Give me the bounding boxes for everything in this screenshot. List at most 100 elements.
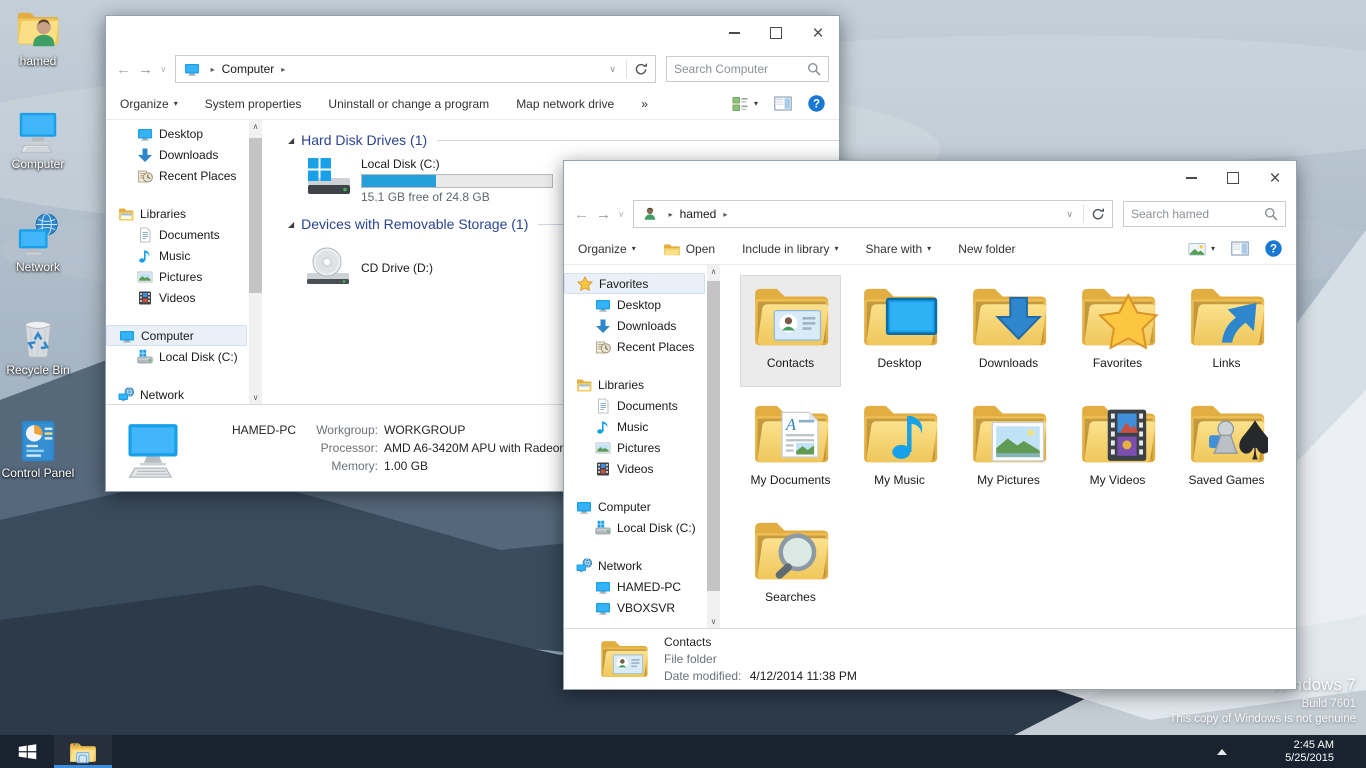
toolbar-button[interactable]: » [641,97,648,111]
taskbar-explorer-button[interactable] [54,735,112,768]
start-button[interactable] [0,735,54,768]
sidebar-scrollbar[interactable]: ∧ ∨ [707,265,720,628]
breadcrumb-separator-icon[interactable]: ▸ [281,65,285,74]
sidebar-item[interactable]: Pictures [564,437,707,458]
search-input[interactable]: Search Computer [666,56,829,82]
folder-tile[interactable]: Searches [740,509,841,621]
minimize-button[interactable] [713,19,755,47]
folder-tile[interactable]: A My Documents [740,392,841,504]
breadcrumb-separator-icon: ▸ [669,210,673,219]
sidebar-item[interactable]: HAMED-PC [564,576,707,597]
refresh-button[interactable] [631,62,651,76]
sidebar-item[interactable]: Favorites [564,273,705,294]
change-view-button[interactable]: ▾ [732,96,758,112]
folder-tile[interactable]: Favorites [1067,275,1168,387]
titlebar[interactable]: × [106,16,839,50]
taskbar-clock[interactable]: 2:45 AM 5/25/2015 [1285,739,1334,765]
desktop-icon[interactable]: Computer [1,109,75,212]
nav-history-chevron-icon[interactable]: ∨ [618,209,625,220]
toolbar-button[interactable]: Share with ▾ [865,242,931,256]
folder-tile[interactable]: Contacts [740,275,841,387]
toolbar-button[interactable]: Map network drive [516,97,614,111]
sidebar-item[interactable]: Local Disk (C:) [106,346,249,367]
toolbar-button[interactable]: Open [663,241,715,256]
sidebar-item[interactable]: Desktop [106,123,249,144]
sidebar-item[interactable]: Libraries [564,374,707,395]
sidebar-item[interactable]: Downloads [106,144,249,165]
sidebar-item[interactable]: Documents [106,224,249,245]
preview-pane-button[interactable] [1231,240,1249,257]
collapse-triangle-icon[interactable]: ◢ [288,220,294,229]
sidebar-item[interactable]: VBOXSVR [564,597,707,618]
folder-tile[interactable]: My Music [849,392,950,504]
close-button[interactable]: × [797,19,839,47]
close-button[interactable]: × [1254,164,1296,192]
sidebar-item[interactable]: Pictures [106,266,249,287]
toolbar-button[interactable]: Include in library ▾ [742,242,838,256]
maximize-button[interactable] [1212,164,1254,192]
maximize-button[interactable] [755,19,797,47]
sidebar-item[interactable]: Documents [564,395,707,416]
help-button[interactable]: ? [808,95,825,112]
address-dropdown-icon[interactable]: ∨ [603,64,622,75]
sidebar-item[interactable]: Desktop [564,294,707,315]
folder-tile[interactable]: Links [1176,275,1277,387]
sidebar-item[interactable]: Recent Places [106,165,249,186]
group-header-hard-disks[interactable]: ◢ Hard Disk Drives (1) [288,132,839,148]
scroll-down-icon[interactable]: ∨ [711,615,717,628]
titlebar[interactable]: × [564,161,1296,195]
scroll-up-icon[interactable]: ∧ [711,265,717,278]
desktop-icon[interactable]: Control Panel [1,418,75,521]
scroll-up-icon[interactable]: ∧ [253,120,259,133]
toolbar-button[interactable]: Organize ▾ [578,242,636,256]
folder-tile[interactable]: Downloads [958,275,1059,387]
forward-button[interactable]: → [138,61,153,78]
toolbar-button[interactable]: System properties [205,97,302,111]
sidebar-item[interactable]: Local Disk (C:) [564,517,707,538]
breadcrumb[interactable]: Computer [222,62,275,76]
folder-tile[interactable]: My Pictures [958,392,1059,504]
address-bar[interactable]: ▸ hamed ▸ ∨ [633,200,1113,228]
minimize-button[interactable] [1170,164,1212,192]
scrollbar-thumb[interactable] [707,281,720,591]
sidebar-item[interactable]: Computer [106,325,247,346]
desktop-icon[interactable]: Network [1,212,75,315]
sidebar-item[interactable]: Videos [106,287,249,308]
toolbar-button[interactable]: New folder [958,242,1015,256]
show-hidden-icons-button[interactable] [1217,749,1227,755]
collapse-triangle-icon[interactable]: ◢ [288,136,294,145]
search-input[interactable]: Search hamed [1123,201,1286,227]
nav-history-chevron-icon[interactable]: ∨ [160,64,167,75]
sidebar-item[interactable]: Music [106,245,249,266]
toolbar-button[interactable]: Uninstall or change a program [328,97,489,111]
sidebar-item[interactable]: Network [564,555,707,576]
sidebar-item[interactable]: Recent Places [564,336,707,357]
sidebar-item[interactable]: Network [106,384,249,404]
breadcrumb-separator-icon: ▸ [211,65,215,74]
change-view-button[interactable]: ▾ [1188,241,1215,257]
preview-pane-button[interactable] [774,95,792,112]
toolbar-button[interactable]: Organize ▾ [120,97,178,111]
scroll-down-icon[interactable]: ∨ [253,391,259,404]
address-bar[interactable]: ▸ Computer ▸ ∨ [175,55,656,83]
sidebar-item[interactable]: Downloads [564,315,707,336]
breadcrumb[interactable]: hamed [680,207,717,221]
sidebar-item[interactable]: Videos [564,458,707,479]
desktop-icon[interactable]: Recycle Bin [1,315,75,418]
folder-tile[interactable]: Desktop [849,275,950,387]
help-button[interactable]: ? [1265,240,1282,257]
back-button[interactable]: ← [116,61,131,78]
folder-tile[interactable]: ♠ Saved Games [1176,392,1277,504]
breadcrumb-separator-icon[interactable]: ▸ [723,210,727,219]
scrollbar-thumb[interactable] [249,138,262,293]
forward-button[interactable]: → [596,206,611,223]
sidebar-item[interactable]: Computer [564,496,707,517]
back-button[interactable]: ← [574,206,589,223]
desktop-icon[interactable]: hamed [1,6,75,109]
sidebar-scrollbar[interactable]: ∧ ∨ [249,120,262,404]
sidebar-item[interactable]: Music [564,416,707,437]
folder-tile[interactable]: My Videos [1067,392,1168,504]
address-dropdown-icon[interactable]: ∨ [1060,209,1079,220]
sidebar-item[interactable]: Libraries [106,203,249,224]
refresh-button[interactable] [1088,207,1108,221]
